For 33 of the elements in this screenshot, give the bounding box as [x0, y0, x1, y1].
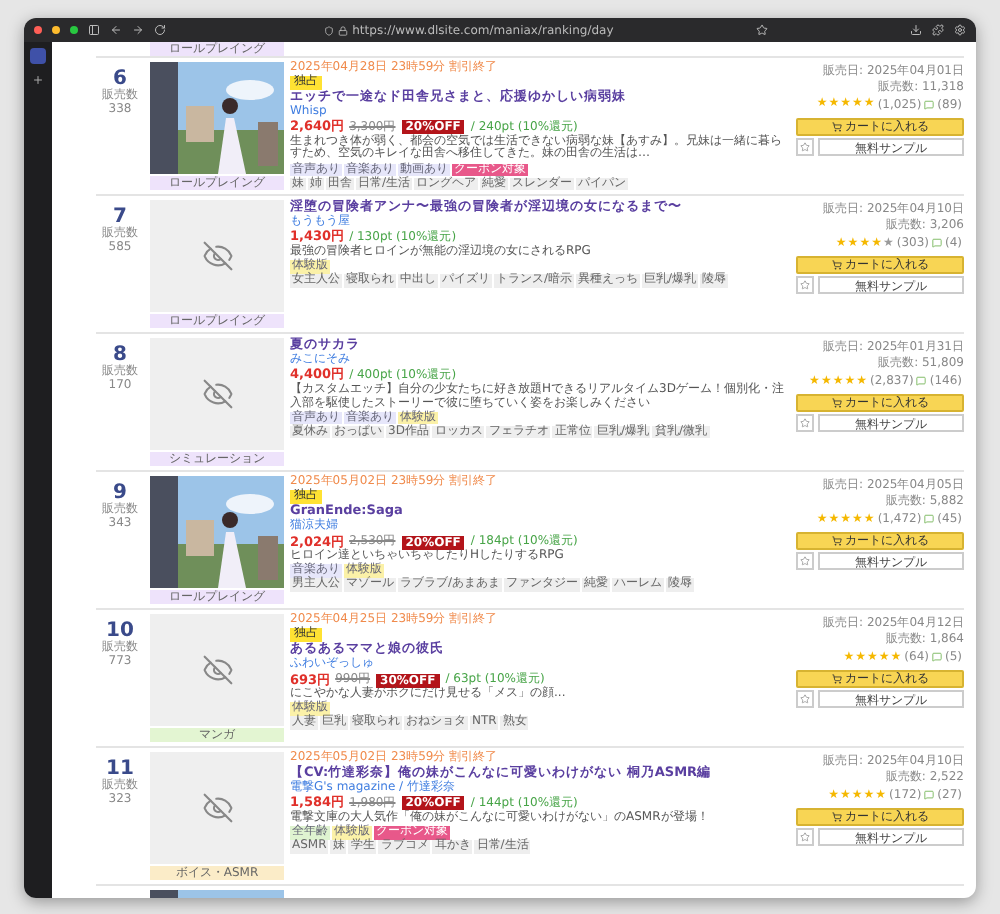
- cart-icon: [831, 121, 841, 132]
- comment-icon: [924, 514, 935, 525]
- forward-icon[interactable]: [132, 24, 144, 36]
- rank-number: 7: [113, 206, 127, 229]
- cart-icon: [831, 812, 841, 823]
- add-icon[interactable]: [32, 74, 44, 86]
- rank-number: 8: [113, 344, 127, 367]
- download-icon[interactable]: [910, 24, 923, 36]
- rank-number: 6: [113, 68, 127, 90]
- comment-icon: [916, 376, 927, 387]
- settings-icon[interactable]: [954, 24, 967, 36]
- rank-number: 11: [106, 758, 134, 781]
- cart-icon: [831, 260, 841, 271]
- rank-number: 10: [106, 620, 134, 643]
- eye-off-icon: [201, 654, 233, 687]
- eye-off-icon: [201, 792, 233, 825]
- comment-icon: [932, 238, 942, 249]
- cart-icon: [831, 398, 841, 409]
- back-icon[interactable]: [110, 24, 122, 36]
- eye-off-icon: [201, 378, 233, 411]
- reload-icon[interactable]: [154, 24, 166, 36]
- comment-icon: [932, 652, 942, 663]
- comment-icon: [924, 790, 935, 801]
- comment-icon: [924, 99, 935, 110]
- shield-icon: [324, 25, 335, 35]
- bookmark-star-icon[interactable]: [755, 24, 768, 36]
- lock-icon: [338, 25, 349, 35]
- rank-number: 9: [113, 482, 127, 505]
- extensions-icon[interactable]: [932, 24, 945, 36]
- cart-icon: [831, 536, 841, 547]
- cart-icon: [831, 674, 841, 685]
- sidebar-toggle-icon[interactable]: [88, 24, 100, 36]
- eye-off-icon: [201, 240, 233, 273]
